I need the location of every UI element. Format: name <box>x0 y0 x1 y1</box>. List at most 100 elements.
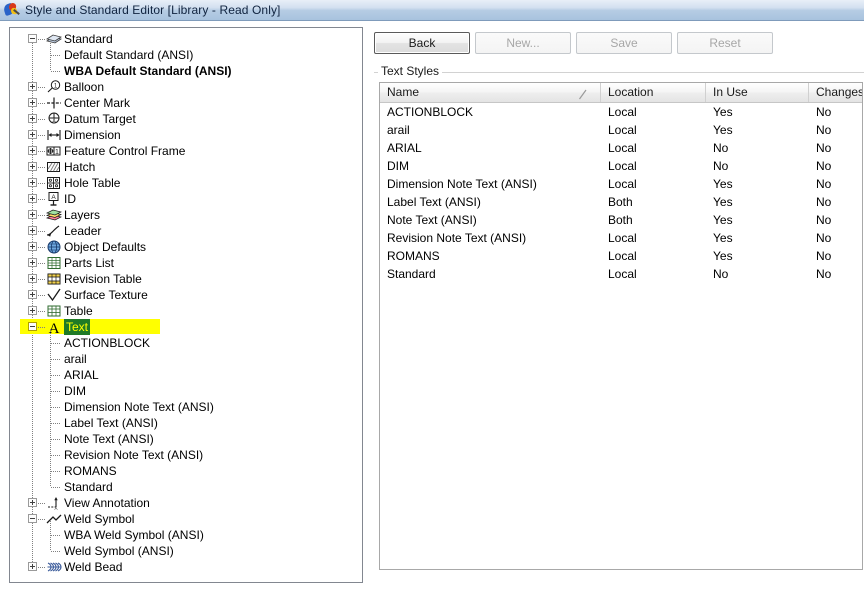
style-tree[interactable]: Standard Default Standard (ANSI) WBA Defau… <box>10 28 348 574</box>
tree-expand-icon[interactable] <box>28 242 37 251</box>
tree-item[interactable]: A Datum Target <box>10 111 348 127</box>
reset-button: Reset <box>677 32 773 54</box>
grid-row[interactable]: Label Text (ANSI) Both Yes No <box>380 193 862 211</box>
tree-expand-icon[interactable] <box>28 114 37 123</box>
style-tree-panel[interactable]: Standard Default Standard (ANSI) WBA Defau… <box>9 27 363 583</box>
tree-item-label: DIM <box>64 384 86 398</box>
tree-expand-icon[interactable] <box>28 274 37 283</box>
id-icon: A <box>46 191 62 207</box>
tree-expand-icon[interactable] <box>28 562 37 571</box>
tree-item[interactable]: arail <box>10 351 348 367</box>
grid-column-header-changes[interactable]: Changes <box>809 83 862 102</box>
tree-connector-line <box>51 71 61 72</box>
tree-item-label: Hatch <box>64 160 96 174</box>
tree-item[interactable]: Center Mark <box>10 95 348 111</box>
tree-expand-icon[interactable] <box>28 258 37 267</box>
tree-item[interactable]: Revision Table <box>10 271 348 287</box>
tree-item-label: Weld Symbol <box>64 512 135 526</box>
tree-expand-icon[interactable] <box>28 130 37 139</box>
grid-row[interactable]: arail Local Yes No <box>380 121 862 139</box>
tree-collapse-icon[interactable] <box>28 322 37 331</box>
tree-item[interactable]: 1 Feature Control Frame <box>10 143 348 159</box>
tree-item[interactable]: WBA Default Standard (ANSI) <box>10 63 348 79</box>
grid-row[interactable]: Revision Note Text (ANSI) Local Yes No <box>380 229 862 247</box>
tree-item[interactable]: ARIAL <box>10 367 348 383</box>
tree-connector-line <box>38 311 45 312</box>
tree-item-label: arail <box>64 352 87 366</box>
tree-item[interactable]: Dimension Note Text (ANSI) <box>10 399 348 415</box>
tree-item[interactable]: Standard <box>10 479 348 495</box>
tree-collapse-icon[interactable] <box>28 514 37 523</box>
tree-item[interactable]: Dimension <box>10 127 348 143</box>
tree-item-label: WBA Weld Symbol (ANSI) <box>64 528 204 542</box>
grid-body[interactable]: ACTIONBLOCK Local Yes No arail Local Yes No ARIA… <box>380 103 862 283</box>
grid-row[interactable]: Dimension Note Text (ANSI) Local Yes No <box>380 175 862 193</box>
tree-connector-line <box>38 231 45 232</box>
tree-connector-line <box>51 359 61 360</box>
tree-expand-icon[interactable] <box>28 162 37 171</box>
tree-item[interactable]: Default Standard (ANSI) <box>10 47 348 63</box>
tree-item[interactable]: Note Text (ANSI) <box>10 431 348 447</box>
tree-expand-icon[interactable] <box>28 498 37 507</box>
tree-item[interactable]: A View Annotation <box>10 495 348 511</box>
tree-item[interactable]: Weld Bead <box>10 559 348 575</box>
tree-expand-icon[interactable] <box>28 194 37 203</box>
tree-item[interactable]: 1 Balloon <box>10 79 348 95</box>
tree-item-label: Object Defaults <box>64 240 147 254</box>
grid-column-header-name[interactable]: Name <box>380 83 601 102</box>
tree-item[interactable]: ACTIONBLOCK <box>10 335 348 351</box>
tree-collapse-icon[interactable] <box>28 34 37 43</box>
tree-connector-line <box>51 439 61 440</box>
grid-row[interactable]: ACTIONBLOCK Local Yes No <box>380 103 862 121</box>
tree-item[interactable]: Surface Texture <box>10 287 348 303</box>
tree-item[interactable]: Label Text (ANSI) <box>10 415 348 431</box>
tree-expand-icon[interactable] <box>28 178 37 187</box>
tree-item-label: Revision Table <box>64 272 142 286</box>
tree-item[interactable]: Hole Table <box>10 175 348 191</box>
tree-item[interactable]: DIM <box>10 383 348 399</box>
tree-connector-line <box>38 567 45 568</box>
tree-item[interactable]: WBA Weld Symbol (ANSI) <box>10 527 348 543</box>
grid-cell-in-use: No <box>713 141 729 155</box>
tree-item[interactable]: Hatch <box>10 159 348 175</box>
grid-header-row[interactable]: Name Location In Use Changes <box>380 83 862 103</box>
tree-item[interactable]: Weld Symbol (ANSI) <box>10 543 348 559</box>
grid-cell-name: Dimension Note Text (ANSI) <box>387 177 537 191</box>
tree-item-label: Standard <box>64 32 113 46</box>
grid-row[interactable]: DIM Local No No <box>380 157 862 175</box>
tree-item[interactable]: Object Defaults <box>10 239 348 255</box>
tree-item[interactable]: Table <box>10 303 348 319</box>
tree-expand-icon[interactable] <box>28 146 37 155</box>
tree-item-label: Feature Control Frame <box>64 144 186 158</box>
tree-expand-icon[interactable] <box>28 290 37 299</box>
tree-item[interactable]: Weld Symbol <box>10 511 348 527</box>
tree-item[interactable]: Revision Note Text (ANSI) <box>10 447 348 463</box>
window-title: Style and Standard Editor [Library - Rea… <box>25 3 281 17</box>
tree-expand-icon[interactable] <box>28 82 37 91</box>
tree-expand-icon[interactable] <box>28 226 37 235</box>
tree-connector-line <box>38 183 45 184</box>
button-label: Save <box>610 36 638 50</box>
tree-item[interactable]: Parts List <box>10 255 348 271</box>
tree-item[interactable]: Leader <box>10 223 348 239</box>
tree-item[interactable]: Layers <box>10 207 348 223</box>
tree-connector-line <box>51 455 61 456</box>
grid-row[interactable]: Note Text (ANSI) Both Yes No <box>380 211 862 229</box>
back-button[interactable]: Back <box>374 32 470 54</box>
text-styles-grid[interactable]: Name Location In Use Changes ACTIONBLOCK Loc… <box>379 82 863 570</box>
tree-expand-icon[interactable] <box>28 98 37 107</box>
tree-expand-icon[interactable] <box>28 306 37 315</box>
grid-row[interactable]: ARIAL Local No No <box>380 139 862 157</box>
button-label: New... <box>506 36 540 50</box>
grid-column-header-location[interactable]: Location <box>601 83 706 102</box>
grid-column-header-in-use[interactable]: In Use <box>706 83 809 102</box>
tree-expand-icon[interactable] <box>28 210 37 219</box>
tree-item[interactable]: A ID <box>10 191 348 207</box>
tree-item[interactable]: A Text <box>10 319 348 335</box>
grid-row[interactable]: ROMANS Local Yes No <box>380 247 862 265</box>
tree-item[interactable]: Standard <box>10 31 348 47</box>
grid-column-header-label: Changes <box>816 85 862 99</box>
grid-row[interactable]: Standard Local No No <box>380 265 862 283</box>
tree-item[interactable]: ROMANS <box>10 463 348 479</box>
standard-book-icon <box>46 31 62 47</box>
